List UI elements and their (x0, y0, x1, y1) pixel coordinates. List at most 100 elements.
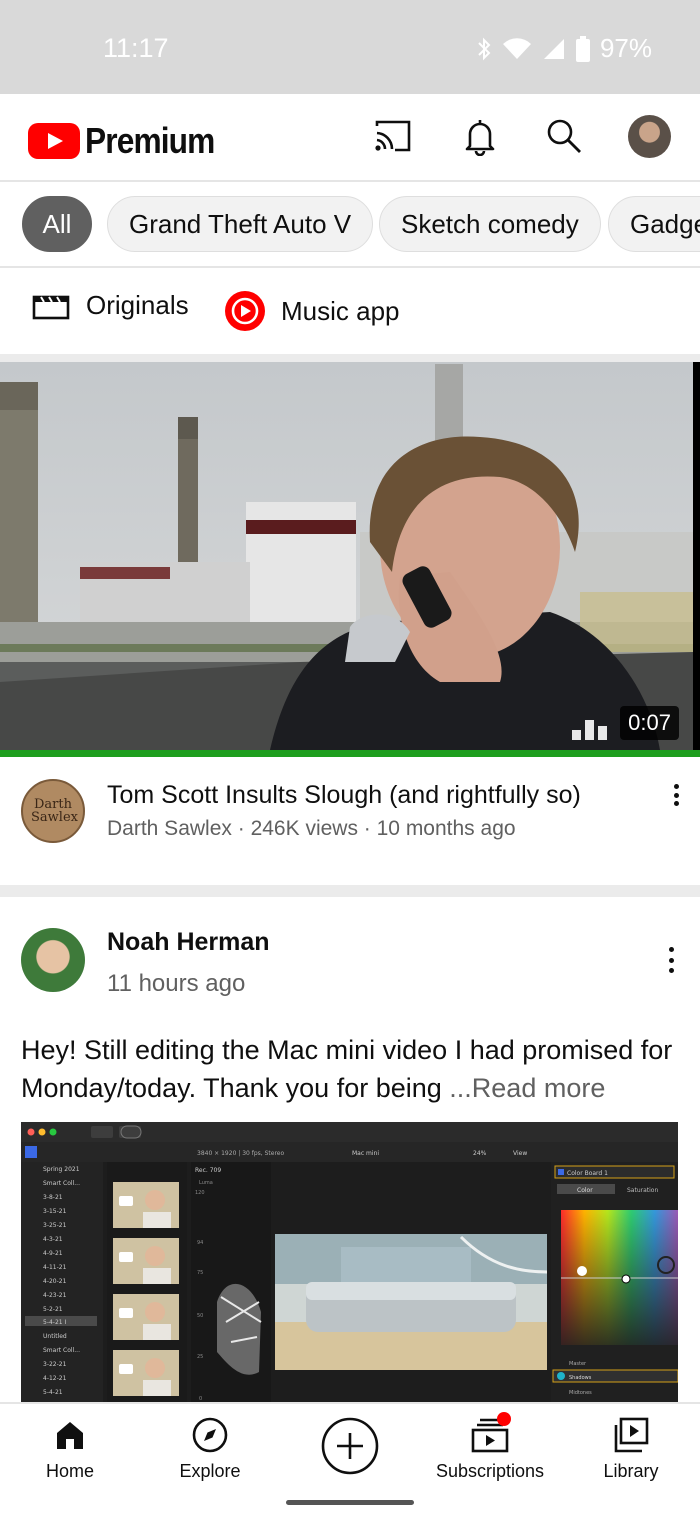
view-menu: View (513, 1150, 527, 1157)
range-midtones: Midtones (569, 1390, 592, 1396)
watch-progress-bar (0, 750, 700, 757)
final-cut-pro-screenshot: 3840 × 1920 | 30 fps, Stereo Mac mini 24… (21, 1122, 678, 1402)
youtube-logo-icon (28, 123, 80, 159)
logo-text: Premium (85, 120, 215, 161)
read-more-link[interactable]: ...Read more (449, 1073, 605, 1103)
home-icon (53, 1416, 87, 1454)
video-thumbnail[interactable]: 0:07 (0, 362, 693, 750)
scale-tick: 25 (197, 1354, 203, 1360)
library-item: 3-15-21 (43, 1208, 67, 1215)
search-icon[interactable] (542, 114, 586, 158)
home-indicator[interactable] (286, 1500, 414, 1505)
divider (693, 362, 700, 750)
gesture-bar (0, 1488, 700, 1517)
library-item: 3-25-21 (43, 1222, 67, 1229)
originals-link[interactable]: Originals (32, 290, 189, 321)
status-time: 11:17 (103, 33, 169, 63)
video-more-options-icon[interactable] (664, 784, 688, 806)
clapperboard-icon (32, 295, 70, 319)
view-count: 246K views (250, 817, 358, 840)
status-bar: 11:17 97% (0, 0, 700, 94)
chip-grand-theft-auto-v[interactable]: Grand Theft Auto V (107, 196, 374, 252)
nav-subscriptions[interactable]: Subscriptions (430, 1404, 550, 1490)
compass-icon (191, 1416, 229, 1454)
video-subtitle: Darth Sawlex · 246K views · 10 months ag… (107, 817, 516, 840)
nav-library[interactable]: Library (598, 1404, 664, 1490)
library-item: Untitled (43, 1333, 67, 1340)
library-item: 4-12-21 (43, 1375, 67, 1382)
chip-all[interactable]: All (22, 196, 92, 252)
luma-label: Luma (199, 1180, 213, 1186)
music-app-label: Music app (281, 295, 400, 326)
post-image[interactable]: 3840 × 1920 | 30 fps, Stereo Mac mini 24… (21, 1122, 678, 1402)
scale-tick: 94 (197, 1240, 203, 1246)
library-item: 3-22-21 (43, 1361, 67, 1368)
nav-library-label: Library (603, 1461, 659, 1481)
tab-saturation: Saturation (627, 1187, 658, 1194)
signal-icon (543, 38, 564, 59)
app-header: Premium (0, 94, 700, 182)
thumbnail-image (0, 362, 693, 750)
video-duration: 0:07 (620, 706, 679, 740)
library-item: 5-2-21 (43, 1306, 63, 1313)
shortcuts-row: Originals Music app (0, 268, 700, 354)
channel-avatar[interactable]: Darth Sawlex (21, 779, 85, 843)
library-item: 4-20-21 (43, 1278, 67, 1285)
post-author-name[interactable]: Noah Herman (107, 928, 270, 957)
youtube-premium-logo[interactable]: Premium (28, 120, 232, 162)
channel-avatar-text: Darth Sawlex (31, 797, 78, 825)
music-app-link[interactable]: Music app (224, 290, 400, 332)
nav-subscriptions-label: Subscriptions (435, 1461, 545, 1481)
library-item: 5-4-21 (43, 1389, 63, 1396)
library-item: 3-8-21 (43, 1194, 63, 1201)
library-item: 5-4-21 I (43, 1319, 67, 1326)
youtube-music-icon (225, 291, 265, 331)
nav-explore-label: Explore (179, 1461, 241, 1481)
post-timestamp: 11 hours ago (107, 970, 246, 997)
library-item: 4-9-21 (43, 1250, 63, 1257)
project-name: Mac mini (352, 1150, 379, 1157)
scale-tick: 75 (197, 1270, 203, 1276)
create-icon (320, 1416, 380, 1476)
color-board-title: Color Board 1 (567, 1170, 608, 1177)
post-author-avatar[interactable] (21, 928, 85, 992)
nav-explore[interactable]: Explore (170, 1404, 250, 1490)
notification-badge (497, 1412, 511, 1426)
scale-tick: 50 (197, 1313, 203, 1319)
originals-label: Originals (86, 290, 189, 320)
tab-color: Color (577, 1187, 593, 1194)
library-item: 4-11-21 (43, 1264, 67, 1271)
chip-gadgets[interactable]: Gadgets (608, 196, 700, 252)
divider (0, 885, 700, 897)
format-text: 3840 × 1920 | 30 fps, Stereo (197, 1150, 284, 1157)
scale-tick: 120 (195, 1190, 205, 1196)
zoom-level: 24% (473, 1150, 487, 1157)
video-title[interactable]: Tom Scott Insults Slough (and rightfully… (107, 781, 581, 810)
nav-home[interactable]: Home (35, 1404, 105, 1490)
range-shadows: Shadows (569, 1375, 592, 1381)
bluetooth-icon (478, 37, 491, 60)
library-item: 4-3-21 (43, 1236, 63, 1243)
community-post: Noah Herman 11 hours ago Hey! Still edit… (0, 897, 700, 1402)
library-header: Spring 2021 (43, 1166, 80, 1173)
cast-icon[interactable] (371, 114, 415, 158)
library-item: 4-23-21 (43, 1292, 67, 1299)
library-item: Smart Coll... (43, 1347, 80, 1354)
nav-create[interactable] (318, 1404, 382, 1490)
battery-percent: 97% (599, 33, 652, 63)
channel-name[interactable]: Darth Sawlex (107, 817, 232, 840)
upload-age: 10 months ago (376, 817, 516, 840)
post-more-options-icon[interactable] (659, 947, 683, 973)
post-body: Hey! Still editing the Mac mini video I … (21, 1031, 681, 1107)
range-master: Master (569, 1361, 587, 1367)
library-icon (612, 1416, 650, 1454)
chip-sketch-comedy[interactable]: Sketch comedy (379, 196, 601, 252)
now-playing-bars-icon (572, 720, 607, 740)
wifi-icon (502, 37, 531, 59)
scope-label: Rec. 709 (195, 1167, 221, 1174)
nav-home-label: Home (45, 1461, 94, 1481)
notifications-bell-icon[interactable] (458, 114, 502, 158)
video-details[interactable]: Darth Sawlex Tom Scott Insults Slough (a… (0, 757, 700, 885)
battery-icon (575, 35, 590, 62)
account-avatar[interactable] (628, 115, 671, 158)
